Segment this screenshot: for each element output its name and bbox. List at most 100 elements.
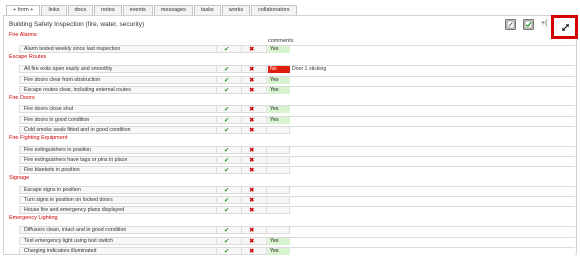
- comment-field[interactable]: [290, 167, 575, 174]
- comment-field[interactable]: [290, 157, 575, 164]
- yes-check-icon[interactable]: ✔: [224, 45, 229, 53]
- yes-check-icon[interactable]: ✔: [224, 76, 229, 84]
- checklist-item-label: Fire doors in good condition: [24, 117, 90, 123]
- answer-badge: No: [268, 66, 290, 73]
- column-divider: [216, 207, 217, 214]
- column-divider: [241, 106, 242, 113]
- yes-check-icon[interactable]: ✔: [224, 126, 229, 134]
- no-cross-icon[interactable]: ✖: [249, 226, 254, 234]
- no-cross-icon[interactable]: ✖: [249, 86, 254, 94]
- no-cross-icon[interactable]: ✖: [249, 116, 254, 124]
- yes-check-icon[interactable]: ✔: [224, 116, 229, 124]
- tab-form[interactable]: + form +: [6, 5, 41, 15]
- no-cross-icon[interactable]: ✖: [249, 65, 254, 73]
- no-cross-icon[interactable]: ✖: [249, 186, 254, 194]
- checklist-item-label: Fire extinguishers in position: [24, 147, 92, 153]
- section-title: Signage: [9, 175, 30, 181]
- comment-field[interactable]: [290, 127, 575, 134]
- answer-badge: Yes: [268, 117, 290, 124]
- column-divider: [266, 46, 267, 53]
- no-cross-icon[interactable]: ✖: [249, 45, 254, 53]
- comment-field[interactable]: [290, 66, 575, 73]
- column-divider: [241, 87, 242, 94]
- answer-badge: Yes: [268, 87, 290, 94]
- column-divider: [241, 46, 242, 53]
- column-divider: [216, 157, 217, 164]
- yes-check-icon[interactable]: ✔: [224, 196, 229, 204]
- no-cross-icon[interactable]: ✖: [249, 156, 254, 164]
- yes-check-icon[interactable]: ✔: [224, 247, 229, 255]
- yes-check-icon[interactable]: ✔: [224, 86, 229, 94]
- column-divider: [216, 46, 217, 53]
- yes-check-icon[interactable]: ✔: [224, 226, 229, 234]
- comment-field[interactable]: [290, 197, 575, 204]
- comment-field[interactable]: [290, 238, 575, 245]
- tab-docs[interactable]: docs: [67, 5, 94, 15]
- comment-field[interactable]: [290, 106, 575, 113]
- column-divider: [241, 187, 242, 194]
- section-title: Emergency Lighting: [9, 215, 58, 221]
- tab-events[interactable]: events: [122, 5, 153, 15]
- comment-field[interactable]: [290, 77, 575, 84]
- comment-field[interactable]: [290, 248, 575, 255]
- comment-field[interactable]: [290, 147, 575, 154]
- checklist-row: Turn signs in position on locked doors ✔ ✖: [19, 196, 575, 204]
- no-cross-icon[interactable]: ✖: [249, 166, 254, 174]
- answer-badge: Yes: [268, 46, 290, 53]
- answer-badge: Yes: [268, 106, 290, 113]
- column-divider: [266, 127, 267, 134]
- section-title: Fire Fighting Equipment: [9, 135, 68, 141]
- comment-field[interactable]: [290, 87, 575, 94]
- no-cross-icon[interactable]: ✖: [249, 126, 254, 134]
- comment-field[interactable]: [290, 187, 575, 194]
- no-cross-icon[interactable]: ✖: [249, 206, 254, 214]
- no-cross-icon[interactable]: ✖: [249, 196, 254, 204]
- expand-button[interactable]: [551, 15, 578, 39]
- yes-check-icon[interactable]: ✔: [224, 105, 229, 113]
- tab-notes[interactable]: notes: [94, 5, 122, 15]
- column-divider: [216, 87, 217, 94]
- checklist-row: House fire and emergency plans displayed…: [19, 206, 575, 214]
- comment-field[interactable]: [290, 117, 575, 124]
- column-divider: [216, 187, 217, 194]
- column-divider: [216, 197, 217, 204]
- column-divider: [241, 117, 242, 124]
- no-cross-icon[interactable]: ✖: [249, 76, 254, 84]
- tab-collaborators[interactable]: collaborators: [251, 5, 297, 15]
- yes-check-icon[interactable]: ✔: [224, 65, 229, 73]
- check-icon: [524, 20, 533, 29]
- column-divider: [216, 66, 217, 73]
- comment-field[interactable]: [290, 207, 575, 214]
- tab-messages[interactable]: messages: [153, 5, 193, 15]
- checklist-item-label: Charging indicators illuminated: [24, 248, 97, 254]
- yes-check-icon[interactable]: ✔: [224, 186, 229, 194]
- column-divider: [216, 167, 217, 174]
- tab-tasks[interactable]: tasks: [193, 5, 221, 15]
- yes-check-icon[interactable]: ✔: [224, 146, 229, 154]
- comment-field[interactable]: [290, 46, 575, 53]
- toolbar-more[interactable]: +(: [541, 20, 547, 27]
- no-cross-icon[interactable]: ✖: [249, 105, 254, 113]
- checklist-item-label: Fire doors close shut: [24, 106, 74, 112]
- column-divider: [241, 207, 242, 214]
- yes-check-icon[interactable]: ✔: [224, 206, 229, 214]
- no-cross-icon[interactable]: ✖: [249, 237, 254, 245]
- yes-check-icon[interactable]: ✔: [224, 156, 229, 164]
- checklist-row: All fire exits open easily and smoothly ✔…: [19, 65, 575, 73]
- column-divider: [241, 248, 242, 255]
- mark-complete-button[interactable]: [523, 19, 534, 30]
- yes-check-icon[interactable]: ✔: [224, 166, 229, 174]
- tab-links[interactable]: links: [41, 5, 67, 15]
- no-cross-icon[interactable]: ✖: [249, 247, 254, 255]
- checklist-item-label: Alarm tested weekly since last inspectio…: [24, 46, 121, 52]
- column-divider: [266, 106, 267, 113]
- tab-works[interactable]: works: [221, 5, 251, 15]
- column-divider: [241, 157, 242, 164]
- no-cross-icon[interactable]: ✖: [249, 146, 254, 154]
- checklist-item-label: All fire exits open easily and smoothly: [24, 66, 113, 72]
- column-divider: [266, 187, 267, 194]
- edit-button[interactable]: [505, 19, 516, 30]
- column-divider: [241, 127, 242, 134]
- comment-field[interactable]: [290, 227, 575, 234]
- yes-check-icon[interactable]: ✔: [224, 237, 229, 245]
